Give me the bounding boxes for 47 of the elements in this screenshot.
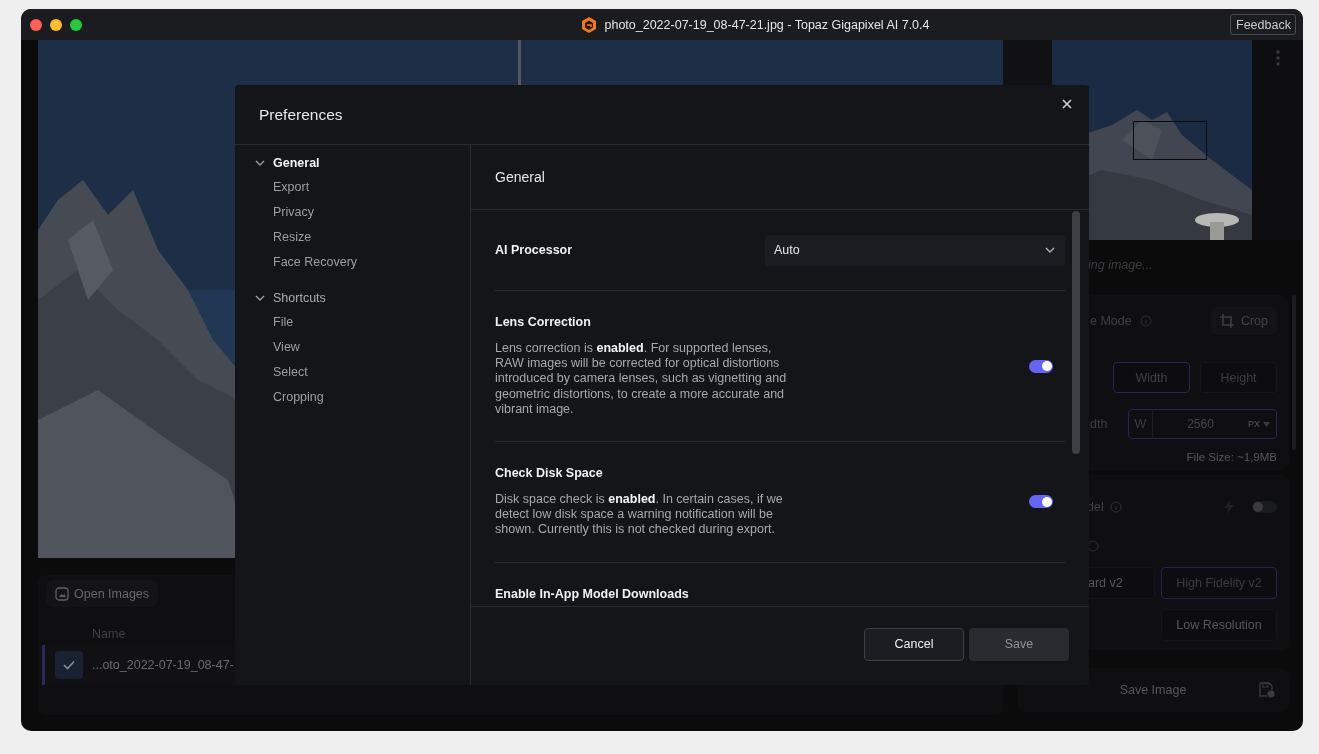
setting-description: Lens correction is enabled. For supported lenses, RAW images will be corrected for optical distortions introduced by camera lenses, such as vignetting and geometric distortions, to create a more accurate and vibrant image. [495,341,788,417]
sidebar-group[interactable]: General [235,150,470,175]
chevron-icon [255,159,265,166]
caret-icon [1263,421,1270,427]
chevron-icon [1045,247,1055,253]
file-size-text: File Size: ~1,9MB [1185,451,1277,463]
crop-icon [1219,314,1234,328]
info-icon [1109,501,1122,513]
minimize-light[interactable] [50,18,62,31]
sidebar-item[interactable]: Privacy [235,200,470,225]
close-icon [1062,98,1072,109]
check-icon [63,660,75,670]
close-light[interactable] [30,18,42,31]
save-icon [1259,682,1275,698]
setting-title: Enable In-App Model Downloads [495,586,690,601]
info-icon [1139,315,1152,327]
image-icon [55,586,69,601]
sidebar-item[interactable]: View [235,335,470,360]
file-name: ...oto_2022-07-19_08-47- [92,658,234,672]
window-title: photo_2022-07-19_08-47-21.jpg - Topaz Gigapixel AI 7.0.4 [604,17,930,32]
dropdown[interactable]: Auto [765,234,1065,266]
chevron-icon [255,294,265,301]
sidebar-group[interactable]: Shortcuts [235,285,470,310]
toggle-switch[interactable] [1029,359,1053,373]
sidebar-item[interactable]: Resize [235,225,470,250]
more-options-icon [1275,50,1280,66]
dialog-title: Preferences [259,105,343,124]
setting-description: Disk space check is enabled. In certain cases, if we detect low disk space a warning notification will be shown. Currently this is not checked during export. [495,492,784,538]
setting-title: Lens Correction [495,315,592,329]
section-title: General [495,169,545,185]
navigator-viewport[interactable] [1133,121,1207,160]
zoom-light[interactable] [70,18,82,31]
setting-title: AI Processor [495,243,573,257]
thumbnail-checkbox[interactable] [55,651,83,679]
sidebar-item[interactable]: Select [235,360,470,385]
dialog-button[interactable]: Cancel [864,627,964,661]
sidebar-item[interactable]: Export [235,175,470,200]
sidebar-item[interactable]: File [235,310,470,335]
toggle-switch[interactable] [1252,501,1277,513]
sidebar-item[interactable]: Cropping [235,385,470,410]
feedback-button[interactable]: Feedback [1230,14,1296,35]
info-icon [1087,540,1099,552]
setting-title: Check Disk Space [495,466,604,480]
app-logo-icon [580,15,599,34]
sidebar-item[interactable]: Face Recovery [235,250,470,275]
scrollbar[interactable] [1072,211,1080,454]
toggle-switch[interactable] [1029,495,1053,509]
